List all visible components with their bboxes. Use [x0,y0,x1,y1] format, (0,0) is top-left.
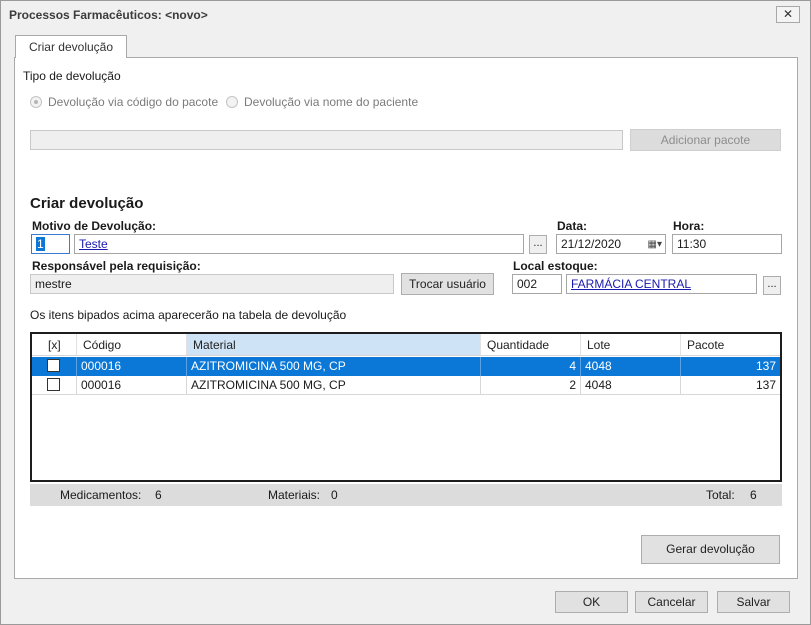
cell-lote: 4048 [581,357,681,376]
header-check[interactable]: [x] [32,334,77,356]
cell-codigo: 000016 [77,376,187,395]
cancelar-button[interactable]: Cancelar [635,591,708,613]
summary-bar: Medicamentos: 6 Materiais: 0 Total: 6 [30,484,782,506]
header-pacote[interactable]: Pacote [681,334,780,356]
header-quantidade[interactable]: Quantidade [481,334,581,356]
package-code-input[interactable] [30,130,623,150]
trocar-usuario-button[interactable]: Trocar usuário [401,273,494,295]
medicamentos-label: Medicamentos: [60,488,142,502]
motivo-text-link[interactable]: Teste [79,237,108,251]
cell-quantidade: 2 [481,376,581,395]
motivo-code-field[interactable]: 1 [31,234,70,254]
responsavel-field[interactable]: mestre [30,274,394,294]
local-code-field[interactable]: 002 [512,274,562,294]
cell-pacote: 137 [755,359,776,373]
calendar-dropdown-icon[interactable]: ▦▾ [648,236,662,253]
motivo-text-field[interactable]: Teste [74,234,524,254]
salvar-button[interactable]: Salvar [717,591,790,613]
medicamentos-count: 6 [155,488,162,502]
title-bar: Processos Farmacêuticos: <novo> ✕ [1,1,810,29]
dialog-window: Processos Farmacêuticos: <novo> ✕ Criar … [0,0,811,625]
local-lookup-button[interactable]: ... [763,276,781,295]
section-title: Criar devolução [30,195,144,212]
total-label: Total: [706,488,735,502]
radio-nome-paciente-label[interactable]: Devolução via nome do paciente [244,95,418,109]
local-estoque-label: Local estoque: [513,259,598,273]
materiais-count: 0 [331,488,338,502]
local-name-link[interactable]: FARMÁCIA CENTRAL [571,277,691,291]
table-row[interactable]: 000016 AZITROMICINA 500 MG, CP 4 4048 13… [32,357,780,376]
radio-codigo-pacote-label[interactable]: Devolução via código do pacote [48,95,218,109]
row-checkbox[interactable] [47,378,60,391]
table-row[interactable]: 000016 AZITROMICINA 500 MG, CP 2 4048 13… [32,376,780,395]
row-check-cell [32,376,77,395]
close-button[interactable]: ✕ [776,6,800,23]
cell-material: AZITROMICINA 500 MG, CP [187,357,481,376]
responsavel-label: Responsável pela requisição: [32,259,201,273]
gerar-devolucao-button[interactable]: Gerar devolução [641,535,780,564]
motivo-label: Motivo de Devolução: [32,219,157,233]
motivo-code-value: 1 [36,237,45,251]
cell-codigo: 000016 [77,357,187,376]
cell-pacote: 137 [755,378,776,392]
devolution-table: [x] Código Material Quantidade Lote Paco… [30,332,782,482]
local-name-field[interactable]: FARMÁCIA CENTRAL [566,274,757,294]
hora-label: Hora: [673,219,705,233]
header-codigo[interactable]: Código [77,334,187,356]
materiais-label: Materiais: [268,488,321,502]
motivo-lookup-button[interactable]: ... [529,235,547,254]
row-checkbox[interactable] [47,359,60,372]
date-field[interactable]: 21/12/2020 ▦▾ [556,234,666,254]
window-title: Processos Farmacêuticos: <novo> [9,8,208,22]
cell-quantidade: 4 [481,357,581,376]
radio-nome-paciente[interactable] [226,96,238,108]
cell-lote: 4048 [581,376,681,395]
cell-material: AZITROMICINA 500 MG, CP [187,376,481,395]
header-material[interactable]: Material [187,334,481,356]
data-label: Data: [557,219,588,233]
header-lote[interactable]: Lote [581,334,681,356]
date-value: 21/12/2020 [561,237,622,251]
time-field[interactable]: 11:30 [672,234,782,254]
add-package-button[interactable]: Adicionar pacote [630,129,781,151]
info-text: Os itens bipados acima aparecerão na tab… [30,308,347,322]
total-count: 6 [750,488,757,502]
radio-codigo-pacote[interactable] [30,96,42,108]
tipo-devolucao-label: Tipo de devolução [23,69,121,83]
tab-criar-devolucao[interactable]: Criar devolução [15,35,127,58]
row-check-cell [32,357,77,376]
ok-button[interactable]: OK [555,591,628,613]
